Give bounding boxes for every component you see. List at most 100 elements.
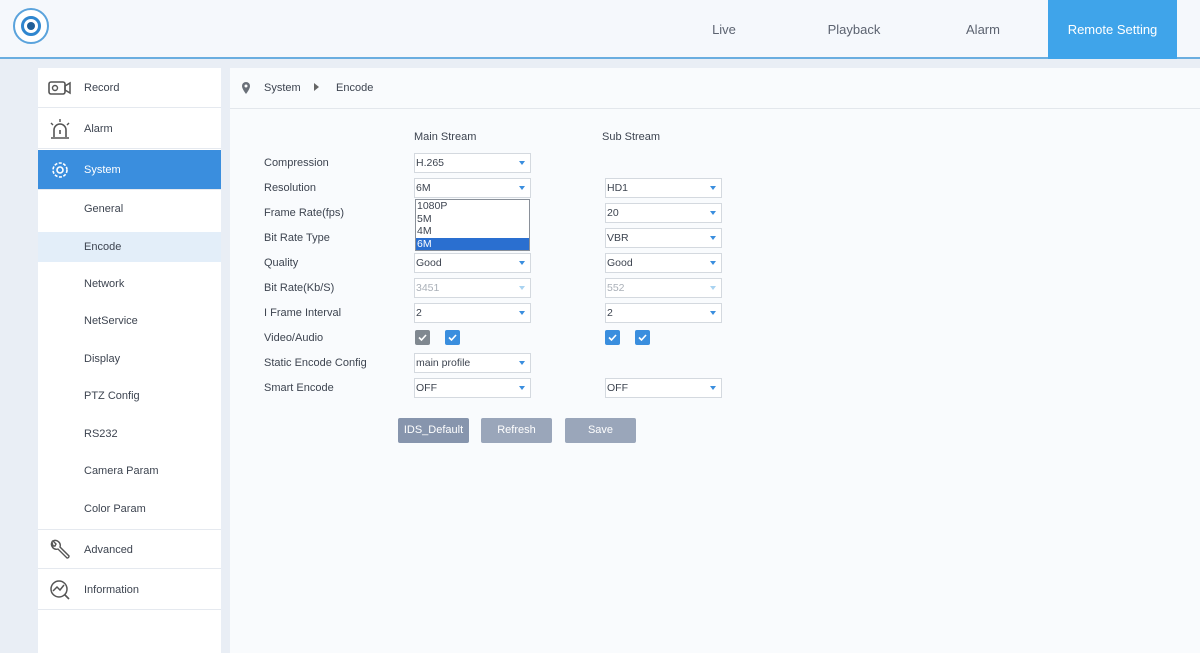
main-stream-header: Main Stream: [414, 131, 477, 143]
select-value: OFF: [416, 382, 437, 394]
sidebar-subitem-camera-param[interactable]: Camera Param: [38, 456, 221, 486]
sidebar-item-alarm[interactable]: Alarm: [38, 109, 221, 149]
sidebar-subitem-label: Encode: [84, 241, 122, 253]
main-bit-rate-select: 3451: [414, 278, 531, 298]
sidebar-subitem-label: NetService: [84, 315, 138, 327]
caret-down-icon: [519, 286, 525, 290]
main-audio-checkbox[interactable]: [445, 330, 460, 345]
nav-playback[interactable]: Playback: [808, 0, 900, 59]
select-value: H.265: [416, 157, 445, 169]
select-value: VBR: [607, 232, 629, 244]
select-value: 552: [607, 282, 625, 294]
caret-down-icon: [710, 386, 716, 390]
select-value: main profile: [416, 357, 471, 369]
check-icon: [608, 334, 617, 342]
main-static-encode-select[interactable]: main profile: [414, 353, 531, 373]
label-quality: Quality: [264, 257, 299, 269]
top-nav-bar: Live Playback Alarm Remote Setting: [0, 0, 1200, 59]
sidebar-subitem-label: PTZ Config: [84, 390, 140, 402]
sidebar-subitem-rs232[interactable]: RS232: [38, 419, 221, 449]
label-i-frame-interval: I Frame Interval: [264, 307, 342, 319]
sidebar-subitem-color-param[interactable]: Color Param: [38, 494, 221, 524]
select-value: 2: [607, 307, 613, 319]
sub-bit-rate-type-select[interactable]: VBR: [605, 228, 722, 248]
select-value: Good: [607, 257, 633, 269]
sub-quality-select[interactable]: Good: [605, 253, 722, 273]
select-value: 2: [416, 307, 422, 319]
sub-bit-rate-select: 552: [605, 278, 722, 298]
save-button[interactable]: Save: [565, 418, 636, 443]
dropdown-option[interactable]: 5M: [416, 213, 529, 226]
check-icon: [638, 334, 647, 342]
select-value: OFF: [607, 382, 628, 394]
sub-i-frame-select[interactable]: 2: [605, 303, 722, 323]
gear-icon: [52, 162, 68, 178]
sub-resolution-select[interactable]: HD1: [605, 178, 722, 198]
sub-video-checkbox[interactable]: [605, 330, 620, 345]
main-smart-encode-select[interactable]: OFF: [414, 378, 531, 398]
caret-down-icon: [519, 186, 525, 190]
wrench-icon: [50, 539, 70, 559]
sidebar-item-label: System: [84, 164, 121, 176]
sidebar-subitem-network[interactable]: Network: [38, 269, 221, 299]
sidebar-subitem-general[interactable]: General: [38, 194, 221, 224]
sidebar-item-label: Advanced: [84, 544, 133, 556]
nav-remote-setting[interactable]: Remote Setting: [1048, 0, 1177, 59]
main-compression-select[interactable]: H.265: [414, 153, 531, 173]
sidebar-subitem-label: RS232: [84, 428, 118, 440]
sub-smart-encode-select[interactable]: OFF: [605, 378, 722, 398]
caret-down-icon: [519, 361, 525, 365]
label-bit-rate: Bit Rate(Kb/S): [264, 282, 335, 294]
nav-live[interactable]: Live: [680, 0, 768, 59]
label-bit-rate-type: Bit Rate Type: [264, 232, 330, 244]
check-icon: [448, 334, 457, 342]
sidebar-item-information[interactable]: Information: [38, 570, 221, 610]
label-smart-encode: Smart Encode: [264, 382, 334, 394]
dropdown-option-selected[interactable]: 6M: [416, 237, 529, 250]
main-resolution-select[interactable]: 6M: [414, 178, 531, 198]
breadcrumb: System Encode: [230, 68, 1200, 109]
logo-eye-icon: [13, 8, 49, 44]
caret-down-icon: [710, 186, 716, 190]
select-value: 20: [607, 207, 619, 219]
resolution-dropdown-list: 1080P 5M 4M 6M: [415, 199, 530, 251]
label-resolution: Resolution: [264, 182, 316, 194]
sidebar-item-system[interactable]: System: [38, 150, 221, 190]
dropdown-option[interactable]: 4M: [416, 225, 529, 238]
select-value: 3451: [416, 282, 440, 294]
sidebar-subitem-display[interactable]: Display: [38, 344, 221, 374]
sidebar-subitem-netservice[interactable]: NetService: [38, 306, 221, 336]
select-value: HD1: [607, 182, 629, 194]
refresh-button[interactable]: Refresh: [481, 418, 552, 443]
breadcrumb-section[interactable]: System: [264, 82, 301, 94]
select-value: 6M: [416, 182, 431, 194]
default-button[interactable]: IDS_Default: [398, 418, 469, 443]
sidebar-item-label: Information: [84, 584, 140, 596]
camera-icon: [48, 81, 71, 95]
select-value: Good: [416, 257, 442, 269]
sub-stream-header: Sub Stream: [602, 131, 661, 143]
siren-icon: [50, 119, 70, 139]
sidebar-subitem-ptz-config[interactable]: PTZ Config: [38, 381, 221, 411]
sidebar-subitem-encode[interactable]: Encode: [38, 232, 221, 262]
sidebar-subitem-label: Color Param: [84, 503, 146, 515]
caret-down-icon: [710, 311, 716, 315]
dropdown-option[interactable]: 1080P: [416, 200, 529, 213]
caret-down-icon: [710, 236, 716, 240]
label-static-encode: Static Encode Config: [264, 357, 367, 369]
label-video-audio: Video/Audio: [264, 332, 324, 344]
location-pin-icon: [242, 82, 250, 94]
caret-down-icon: [519, 311, 525, 315]
sidebar-item-label: Record: [84, 82, 120, 94]
sidebar-item-record[interactable]: Record: [38, 68, 221, 108]
main-video-checkbox[interactable]: [415, 330, 430, 345]
sidebar-item-advanced[interactable]: Advanced: [38, 529, 221, 569]
sub-audio-checkbox[interactable]: [635, 330, 650, 345]
main-i-frame-select[interactable]: 2: [414, 303, 531, 323]
nav-alarm[interactable]: Alarm: [940, 0, 1026, 59]
main-quality-select[interactable]: Good: [414, 253, 531, 273]
activity-icon: [50, 580, 70, 600]
caret-down-icon: [519, 161, 525, 165]
logo-pupil: [27, 22, 35, 30]
sub-frame-rate-select[interactable]: 20: [605, 203, 722, 223]
